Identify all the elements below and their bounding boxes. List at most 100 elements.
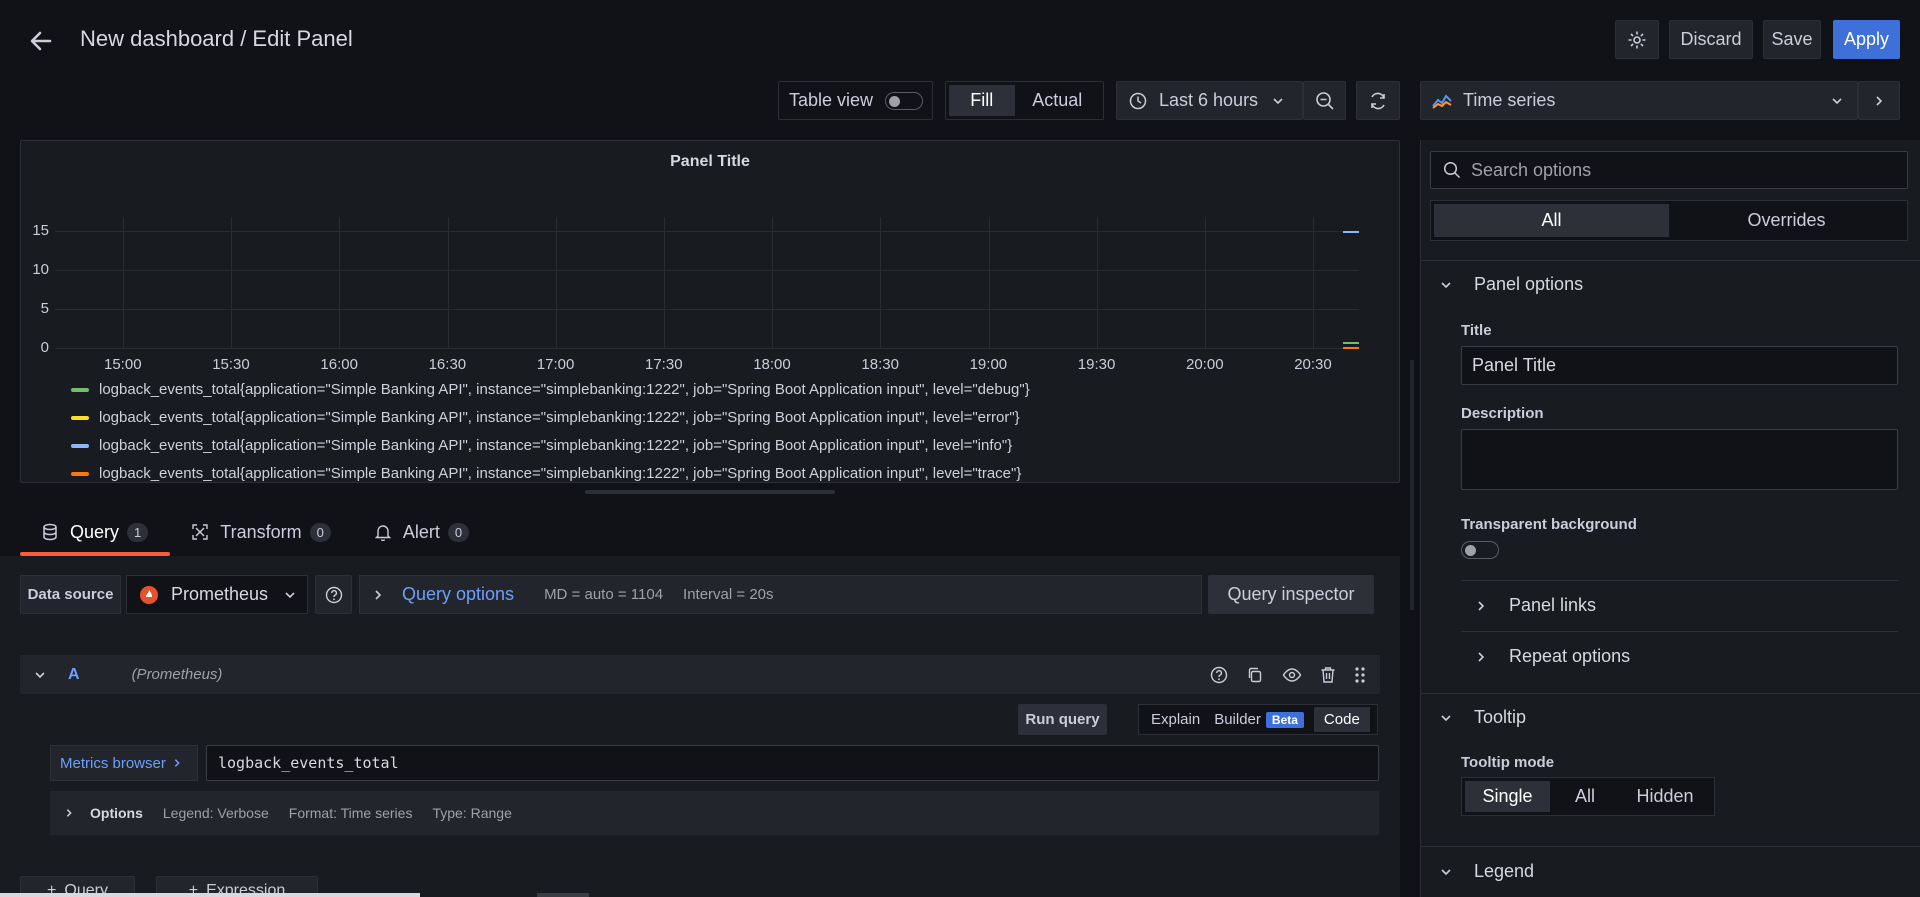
chevron-down-icon — [1440, 712, 1452, 724]
max-datapoints-info: MD = auto = 1104 — [544, 586, 664, 603]
datasource-picker[interactable]: Prometheus — [126, 575, 308, 614]
zoom-out-icon — [1315, 91, 1335, 111]
fill-actual-group: Fill Actual — [945, 81, 1104, 120]
tab-all[interactable]: All — [1434, 204, 1669, 237]
apply-button[interactable]: Apply — [1833, 20, 1900, 59]
search-options-input[interactable]: Search options — [1430, 151, 1908, 189]
promql-expression-value: logback_events_total — [218, 754, 399, 772]
x-tick-label: 17:30 — [645, 356, 683, 373]
run-query-button[interactable]: Run query — [1018, 704, 1107, 735]
y-gridline — [55, 348, 1359, 349]
legend-label: logback_events_total{application="Simple… — [99, 381, 1030, 398]
drag-handle-icon[interactable] — [1354, 666, 1366, 684]
toggle-switch[interactable] — [885, 91, 924, 110]
format-info: Format: Time series — [288, 805, 413, 821]
copy-icon[interactable] — [1246, 666, 1264, 684]
tab-overrides[interactable]: Overrides — [1669, 204, 1904, 237]
tab-query-label: Query — [70, 521, 120, 542]
tab-alert-label: Alert — [402, 521, 440, 542]
chevron-down-icon — [1831, 95, 1843, 107]
code-mode-button[interactable]: Code — [1313, 707, 1370, 732]
datasource-help-button[interactable] — [315, 575, 352, 614]
metrics-browser-label: Metrics browser — [60, 754, 166, 772]
save-button[interactable]: Save — [1763, 20, 1821, 59]
tab-query-count: 1 — [127, 522, 149, 542]
transparent-background-switch[interactable] — [1461, 541, 1499, 559]
tab-transform[interactable]: Transform 0 — [170, 512, 353, 552]
resize-handle[interactable] — [585, 490, 835, 494]
discard-button[interactable]: Discard — [1669, 20, 1753, 59]
query-row-header[interactable]: A (Prometheus) — [20, 655, 1380, 694]
actual-button[interactable]: Actual — [1015, 85, 1100, 116]
title-input[interactable]: Panel Title — [1461, 346, 1898, 385]
legend-item[interactable]: logback_events_total{application="Simple… — [71, 465, 1021, 482]
repeat-options-header[interactable]: Repeat options — [1475, 646, 1630, 667]
fill-button[interactable]: Fill — [949, 85, 1015, 116]
x-tick-label: 19:00 — [969, 356, 1008, 373]
series-line[interactable] — [1343, 347, 1359, 349]
scrollbar-thumb[interactable] — [537, 893, 589, 897]
tooltip-mode-all[interactable]: All — [1550, 781, 1620, 812]
question-circle-icon[interactable] — [1210, 666, 1228, 684]
chevron-right-icon — [64, 808, 74, 818]
divider — [1420, 846, 1920, 847]
query-datasource-name: (Prometheus) — [131, 666, 223, 683]
tooltip-header[interactable]: Tooltip — [1440, 707, 1526, 728]
tab-alert[interactable]: Alert 0 — [353, 512, 491, 552]
visualization-label: Time series — [1463, 90, 1556, 110]
query-ref-id[interactable]: A — [68, 666, 80, 684]
x-tick-label: 17:00 — [536, 356, 575, 373]
refresh-button[interactable] — [1356, 81, 1400, 120]
description-textarea[interactable] — [1461, 429, 1898, 490]
tooltip-mode-single[interactable]: Single — [1465, 781, 1550, 812]
vertical-splitter[interactable] — [1410, 360, 1414, 610]
panel-links-label: Panel links — [1509, 595, 1597, 615]
chevron-down-icon[interactable] — [34, 669, 46, 681]
query-options-bar[interactable]: Query options MD = auto = 1104 Interval … — [359, 575, 1202, 614]
x-gridline — [988, 217, 990, 348]
chevron-down-icon — [1272, 95, 1284, 107]
legend-label: logback_events_total{application="Simple… — [99, 437, 1013, 454]
toggle-options-pane-button[interactable] — [1858, 81, 1900, 120]
query-options-row[interactable]: Options Legend: Verbose Format: Time ser… — [50, 791, 1379, 835]
explain-toggle[interactable]: Explain — [1141, 711, 1210, 728]
gear-icon — [1627, 30, 1647, 50]
x-gridline — [772, 217, 774, 348]
tab-query[interactable]: Query 1 — [20, 512, 171, 556]
series-line[interactable] — [1343, 231, 1359, 233]
plot-area[interactable]: 15 10 5 0 15:00 15:30 16:00 16:30 17:00 17:30 18:0… — [21, 141, 1399, 373]
legend-item[interactable]: logback_events_total{application="Simple… — [71, 437, 1012, 454]
options-label: Options — [90, 805, 143, 821]
legend-header[interactable]: Legend — [1440, 861, 1534, 882]
trash-icon[interactable] — [1320, 666, 1336, 684]
panel-options-label: Panel options — [1474, 274, 1584, 294]
tooltip-mode-hidden[interactable]: Hidden — [1620, 781, 1710, 812]
back-arrow-icon[interactable] — [26, 26, 56, 56]
settings-button[interactable] — [1615, 20, 1659, 59]
legend-item[interactable]: logback_events_total{application="Simple… — [71, 381, 1030, 398]
table-view-toggle[interactable]: Table view — [778, 81, 933, 120]
transparent-background-label: Transparent background — [1461, 516, 1637, 533]
chevron-down-icon — [284, 589, 296, 601]
tooltip-mode-radio-group: Single All Hidden — [1461, 777, 1715, 816]
chevron-right-icon — [1475, 600, 1487, 612]
horizontal-scrollbar[interactable] — [0, 893, 420, 897]
panel-options-header[interactable]: Panel options — [1440, 274, 1583, 295]
x-gridline — [447, 217, 449, 348]
promql-expression-input[interactable]: logback_events_total — [206, 745, 1379, 781]
time-range-picker[interactable]: Last 6 hours — [1116, 81, 1303, 120]
builder-mode-button[interactable]: Builder Beta — [1210, 711, 1308, 728]
query-tabs: Query 1 Transform 0 Alert 0 — [20, 512, 491, 556]
eye-icon[interactable] — [1282, 666, 1302, 684]
time-range-label: Last 6 hours — [1159, 90, 1259, 110]
visualization-picker[interactable]: Time series — [1420, 81, 1858, 120]
query-inspector-button[interactable]: Query inspector — [1208, 575, 1374, 614]
series-line[interactable] — [1343, 342, 1359, 344]
metrics-browser-button[interactable]: Metrics browser — [50, 745, 198, 781]
panel-links-header[interactable]: Panel links — [1475, 595, 1596, 616]
x-gridline — [339, 217, 341, 348]
legend-item[interactable]: logback_events_total{application="Simple… — [71, 409, 1020, 426]
beta-badge: Beta — [1265, 711, 1304, 728]
zoom-out-button[interactable] — [1303, 81, 1346, 120]
tooltip-mode-label: Tooltip mode — [1461, 754, 1555, 771]
